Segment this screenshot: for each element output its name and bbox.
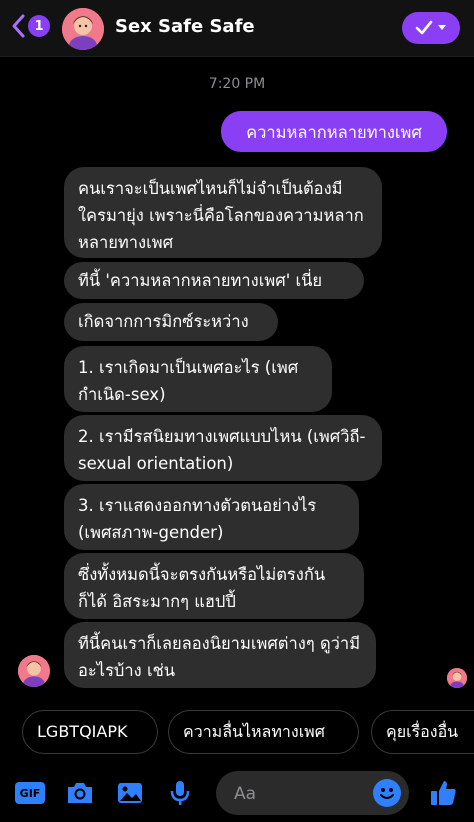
incoming-message[interactable]: 3. เราแสดงออกทางตัวตนอย่างไร (เพศสภาพ-ge…	[64, 484, 359, 550]
voice-button[interactable]	[163, 776, 197, 810]
gallery-icon	[118, 783, 142, 803]
message-composer: GIF	[0, 766, 474, 822]
incoming-message[interactable]: ทีนี้คนเราก็เลยลองนิยามเพศต่างๆ ดูว่ามีอ…	[64, 622, 376, 688]
seen-indicator-avatar	[447, 668, 467, 688]
avatar-illustration	[62, 8, 104, 50]
quick-reply-chip[interactable]: ความลื่นไหลทางเพศ	[168, 710, 359, 754]
outgoing-message[interactable]: ความหลากหลายทางเพศ	[221, 111, 447, 152]
chat-title[interactable]: Sex Safe Safe	[115, 16, 255, 37]
checkmark-icon	[415, 20, 433, 35]
incoming-message[interactable]: ทีนี้ 'ความหลากหลายทางเพศ' เนี่ย	[64, 262, 364, 299]
unread-badge: 1	[28, 15, 50, 37]
back-chevron-icon	[12, 14, 25, 38]
camera-icon	[68, 783, 92, 803]
message-timestamp: 7:20 PM	[208, 76, 266, 92]
quick-reply-chip[interactable]: คุยเรื่องอื่น	[371, 710, 474, 754]
check-button[interactable]	[402, 12, 460, 44]
emoji-button[interactable]	[373, 779, 401, 807]
quick-replies: LGBTQIAPK ความลื่นไหลทางเพศ คุยเรื่องอื่…	[0, 710, 474, 758]
incoming-message[interactable]: 1. เราเกิดมาเป็นเพศอะไร (เพศกำเนิด-sex)	[64, 346, 332, 412]
incoming-message[interactable]: ซึ่งทั้งหมดนี้จะตรงกันหรือไม่ตรงกันก็ได้…	[64, 553, 364, 619]
avatar-illustration	[447, 668, 467, 688]
camera-button[interactable]	[63, 776, 97, 810]
message-input-container[interactable]	[216, 771, 409, 817]
gallery-button[interactable]	[113, 776, 147, 810]
quick-reply-chip[interactable]: LGBTQIAPK	[22, 710, 158, 754]
gif-button[interactable]: GIF	[13, 776, 47, 810]
microphone-icon	[170, 781, 190, 805]
incoming-message[interactable]: 2. เรามีรสนิยมทางเพศแบบไหน (เพศวิถี-sexu…	[64, 415, 382, 481]
thumbs-up-icon	[431, 781, 456, 805]
chevron-down-icon	[438, 25, 446, 30]
chat-header: 1 Sex Safe Safe	[0, 0, 474, 57]
back-button[interactable]: 1	[10, 13, 50, 39]
gif-icon: GIF	[15, 782, 45, 804]
incoming-message[interactable]: คนเราจะเป็นเพศไหนก็ไม่จำเป็นต้องมีใครมาย…	[64, 167, 382, 258]
emoji-icon	[380, 788, 394, 799]
message-input[interactable]	[232, 771, 376, 817]
avatar[interactable]	[62, 8, 104, 50]
like-button[interactable]	[426, 776, 460, 810]
incoming-message[interactable]: เกิดจากการมิกซ์ระหว่าง	[64, 303, 278, 341]
sender-avatar[interactable]	[18, 655, 50, 687]
avatar-illustration	[18, 655, 50, 687]
